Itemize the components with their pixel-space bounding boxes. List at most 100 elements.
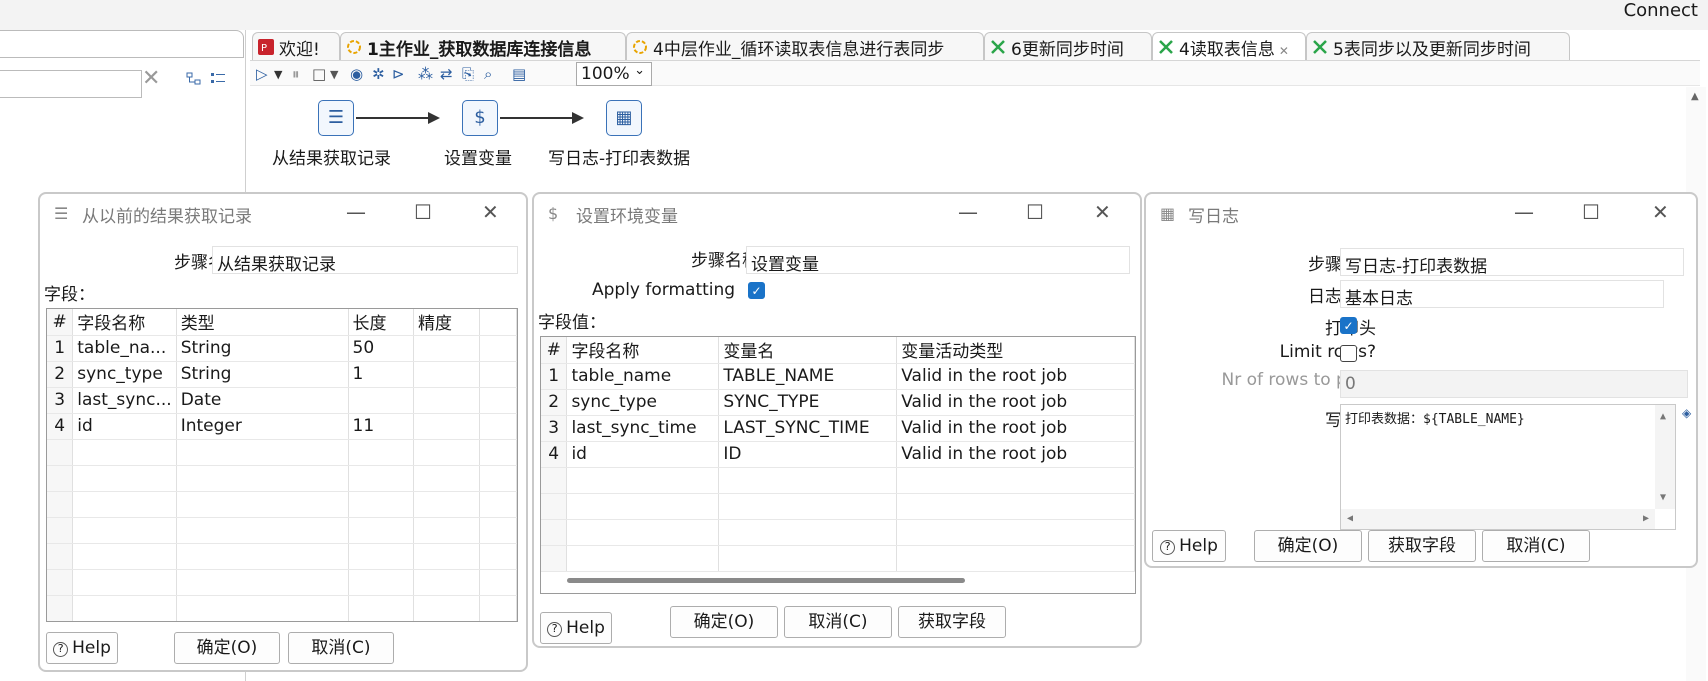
run-icon[interactable]: ▷ xyxy=(256,65,268,83)
tab-table-sync[interactable]: 5表同步以及更新同步时间 xyxy=(1306,32,1570,60)
pause-icon[interactable]: ⏸ xyxy=(292,65,300,83)
explore-db-icon[interactable]: ⌕ xyxy=(484,65,492,83)
scroll-left-icon[interactable]: ◀ xyxy=(1347,513,1353,524)
limit-rows-checkbox[interactable] xyxy=(1340,345,1357,362)
scroll-up-icon[interactable]: ▲ xyxy=(1660,411,1666,422)
show-results-icon[interactable]: ▤ xyxy=(512,65,526,83)
close-icon[interactable]: ✕ xyxy=(1094,200,1111,224)
run-dropdown-icon[interactable]: ▼ xyxy=(274,68,282,81)
ok-button[interactable]: 确定(O) xyxy=(174,632,280,664)
impact-icon[interactable]: ⇄ xyxy=(440,65,453,83)
horizontal-scrollbar[interactable] xyxy=(567,578,965,583)
ok-button[interactable]: 确定(O) xyxy=(670,606,778,638)
replay-icon[interactable]: ⊳ xyxy=(392,65,405,83)
hop-arrow[interactable] xyxy=(356,112,440,124)
stop-dropdown-icon[interactable]: ▼ xyxy=(330,68,338,81)
cancel-button[interactable]: 取消(C) xyxy=(1482,530,1590,562)
apply-formatting-checkbox[interactable]: ✓ xyxy=(748,282,765,299)
stop-icon[interactable]: □ xyxy=(312,65,326,83)
list-icon[interactable] xyxy=(210,72,226,90)
set-variables-icon: $ xyxy=(474,107,486,128)
step-name-input[interactable]: 设置变量 xyxy=(746,246,1130,275)
left-panel-tab[interactable] xyxy=(0,30,244,58)
maximize-icon[interactable]: ☐ xyxy=(1582,200,1600,224)
fields-table[interactable]: # 字段名称 类型 长度 精度 1 table_na... String 50 2 sy… xyxy=(46,308,518,622)
table-row[interactable] xyxy=(47,569,517,596)
minimize-icon[interactable]: — xyxy=(346,200,366,224)
close-tab-icon[interactable]: ✕ xyxy=(1279,44,1289,58)
column-header[interactable]: 精度 xyxy=(413,309,480,336)
table-row[interactable] xyxy=(47,543,517,570)
table-row[interactable]: 2 sync_type String 1 xyxy=(47,361,517,388)
table-row[interactable]: 4 id ID Valid in the root job xyxy=(541,441,1135,468)
variable-hint-icon[interactable]: ◈ xyxy=(1682,406,1691,420)
get-fields-button[interactable]: 获取字段 xyxy=(1368,530,1476,562)
table-row[interactable]: 3 last_sync_time LAST_SYNC_TIME Valid in th… xyxy=(541,415,1135,442)
log-message-textarea[interactable]: 打印表数据：${TABLE_NAME} ▲ ▼ ◀ ▶ xyxy=(1340,404,1676,530)
table-row[interactable] xyxy=(541,519,1135,546)
step-node-write-log[interactable]: ▦ xyxy=(606,100,642,136)
apply-formatting-label: Apply formatting xyxy=(592,280,736,300)
help-button[interactable]: ? Help xyxy=(540,612,612,644)
cancel-button[interactable]: 取消(C) xyxy=(784,606,892,638)
zoom-select[interactable]: 100% ⌄ xyxy=(576,62,652,86)
column-header[interactable]: 字段名称 xyxy=(566,337,720,364)
hop-arrow[interactable] xyxy=(500,112,584,124)
nr-rows-input[interactable]: 0 xyxy=(1340,370,1688,398)
table-row[interactable]: 4 id Integer 11 xyxy=(47,413,517,440)
ok-button[interactable]: 确定(O) xyxy=(1254,530,1362,562)
scroll-up-icon[interactable]: ▲ xyxy=(1691,91,1699,102)
scroll-right-icon[interactable]: ▶ xyxy=(1643,513,1649,524)
table-row[interactable] xyxy=(47,439,517,466)
tab-main-job[interactable]: 1主作业_获取数据库连接信息 xyxy=(340,32,626,60)
close-icon[interactable]: ✕ xyxy=(1652,200,1669,224)
column-header[interactable]: 字段名称 xyxy=(72,309,177,336)
maximize-icon[interactable]: ☐ xyxy=(414,200,432,224)
column-header[interactable]: 类型 xyxy=(176,309,349,336)
table-row[interactable] xyxy=(541,545,1135,572)
step-node-set-variables[interactable]: $ xyxy=(462,100,498,136)
maximize-icon[interactable]: ☐ xyxy=(1026,200,1044,224)
sql-icon[interactable]: ⎘ xyxy=(462,65,474,83)
connect-button[interactable]: Connect xyxy=(1624,0,1698,21)
table-row[interactable] xyxy=(47,517,517,544)
table-row[interactable] xyxy=(47,491,517,518)
table-row[interactable] xyxy=(541,467,1135,494)
table-row[interactable]: 3 last_sync... Date xyxy=(47,387,517,414)
tab-welcome[interactable]: P 欢迎! xyxy=(252,32,340,60)
help-button[interactable]: ? Help xyxy=(1152,530,1226,562)
step-name-input[interactable]: 从结果获取记录 xyxy=(212,246,518,275)
column-header[interactable]: 变量名 xyxy=(718,337,898,364)
clear-search-icon[interactable]: ✕ xyxy=(142,66,160,91)
search-input[interactable] xyxy=(0,70,142,98)
get-fields-button[interactable]: 获取字段 xyxy=(898,606,1006,638)
print-header-checkbox[interactable]: ✓ xyxy=(1340,317,1357,334)
column-header[interactable]: 长度 xyxy=(348,309,415,336)
tab-update-sync-time[interactable]: 6更新同步时间 xyxy=(984,32,1152,60)
tab-middle-job[interactable]: 4中层作业_循环读取表信息进行表同步 xyxy=(626,32,984,60)
close-icon[interactable]: ✕ xyxy=(482,200,499,224)
help-button[interactable]: ? Help xyxy=(46,632,118,664)
cancel-button[interactable]: 取消(C) xyxy=(288,632,394,664)
step-node-get-rows[interactable]: ☰ xyxy=(318,100,354,136)
verify-icon[interactable]: ⁂ xyxy=(418,65,433,83)
log-level-select[interactable]: 基本日志 xyxy=(1340,280,1664,309)
vertical-scrollbar[interactable]: ▲ ▼ xyxy=(1655,405,1675,509)
variables-table[interactable]: # 字段名称 变量名 变量活动类型 1 table_name TABLE_NAME V… xyxy=(540,336,1136,594)
table-row[interactable]: 1 table_name TABLE_NAME Valid in the root j… xyxy=(541,363,1135,390)
debug-icon[interactable]: ✲ xyxy=(372,65,385,83)
minimize-icon[interactable]: — xyxy=(958,200,978,224)
scroll-down-icon[interactable]: ▼ xyxy=(1660,492,1666,503)
step-name-input[interactable]: 写日志-打印表数据 xyxy=(1340,248,1684,277)
minimize-icon[interactable]: — xyxy=(1514,200,1534,224)
preview-icon[interactable]: ◉ xyxy=(350,65,363,83)
table-row[interactable]: 2 sync_type SYNC_TYPE Valid in the root job xyxy=(541,389,1135,416)
horizontal-scrollbar[interactable]: ◀ ▶ xyxy=(1341,509,1655,529)
column-header[interactable]: 变量活动类型 xyxy=(896,337,1135,364)
table-row[interactable] xyxy=(47,465,517,492)
table-row[interactable] xyxy=(541,493,1135,520)
table-row[interactable]: 1 table_na... String 50 xyxy=(47,335,517,362)
tree-icon[interactable] xyxy=(186,72,202,90)
table-row[interactable] xyxy=(47,595,517,621)
tab-read-table-info[interactable]: 4读取表信息 ✕ xyxy=(1152,32,1306,60)
